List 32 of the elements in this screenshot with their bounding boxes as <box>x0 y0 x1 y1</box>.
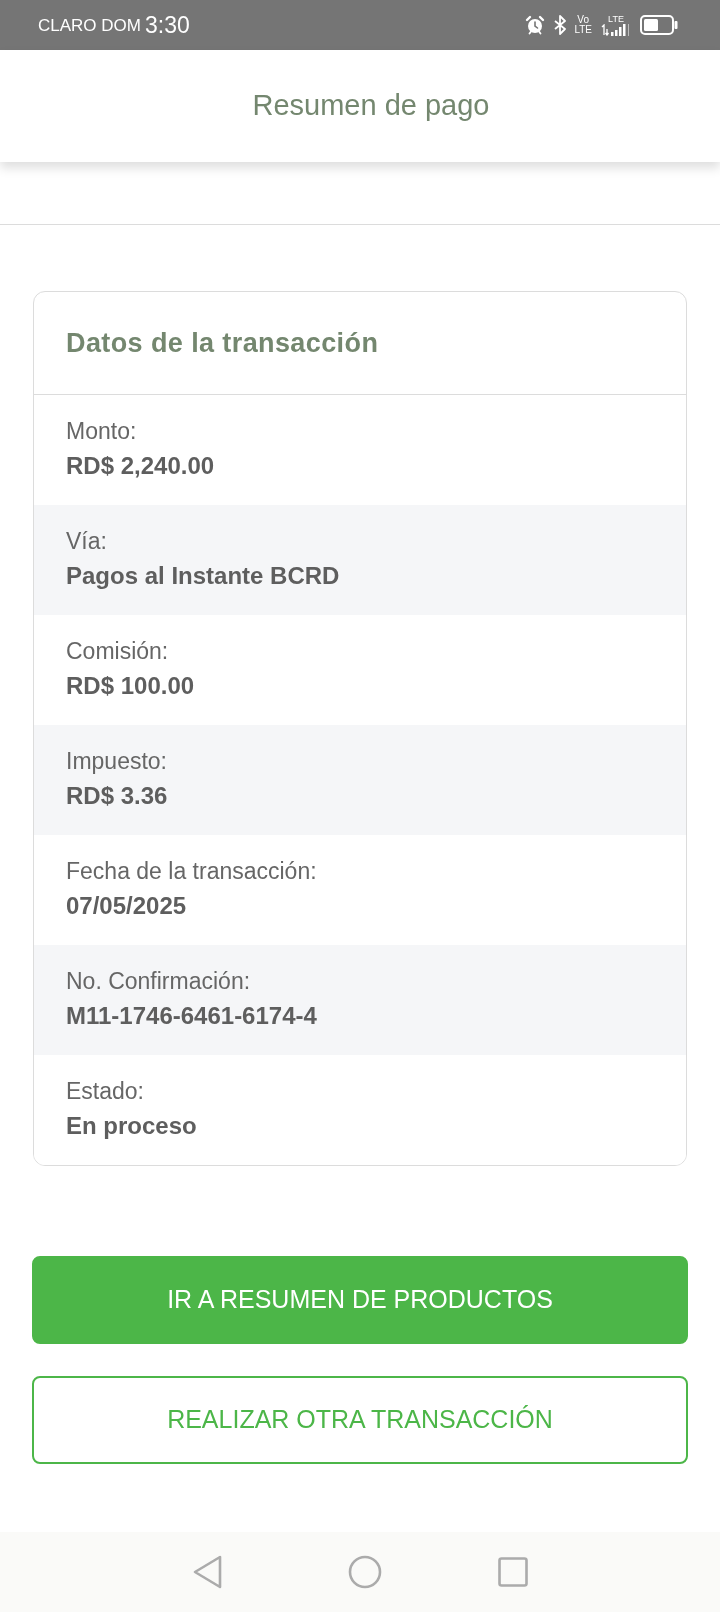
back-button[interactable] <box>192 1555 224 1589</box>
detail-label: Comisión: <box>66 637 169 666</box>
home-button[interactable] <box>348 1555 382 1589</box>
detail-value: 07/05/2025 <box>66 891 187 921</box>
detail-label: Impuesto: <box>66 747 167 776</box>
recents-button[interactable] <box>498 1557 528 1587</box>
detail-value: En proceso <box>66 1111 197 1141</box>
detail-value: RD$ 2,240.00 <box>66 451 215 481</box>
header-title: Resumen de pago <box>252 88 490 124</box>
home-icon <box>348 1555 382 1589</box>
recents-icon <box>498 1557 528 1587</box>
volte-indicator: Vo LTE <box>574 15 592 35</box>
products-summary-button[interactable]: IR A RESUMEN DE PRODUCTOS <box>32 1256 688 1344</box>
new-transaction-button[interactable]: REALIZAR OTRA TRANSACCIÓN <box>32 1376 688 1464</box>
bluetooth-icon <box>554 15 567 35</box>
detail-value: RD$ 3.36 <box>66 781 168 811</box>
detail-label: Fecha de la transacción: <box>66 857 317 886</box>
detail-label: Monto: <box>66 417 137 446</box>
card-title: Datos de la transacción <box>66 326 379 360</box>
signal-icon <box>600 23 632 36</box>
alarm-icon <box>525 15 546 35</box>
battery-icon <box>640 15 678 35</box>
network-type-label: LTE <box>608 14 624 24</box>
detail-value: RD$ 100.00 <box>66 671 195 701</box>
back-icon <box>193 1555 223 1589</box>
detail-label: Vía: <box>66 527 107 556</box>
carrier-name: CLARO DOM <box>38 16 141 34</box>
detail-value: Pagos al Instante BCRD <box>66 561 340 591</box>
detail-label: No. Confirmación: <box>66 967 251 996</box>
detail-label: Estado: <box>66 1077 144 1106</box>
detail-value: M11-1746-6461-6174-4 <box>66 1001 317 1031</box>
clock-time: 3:30 <box>144 13 190 37</box>
